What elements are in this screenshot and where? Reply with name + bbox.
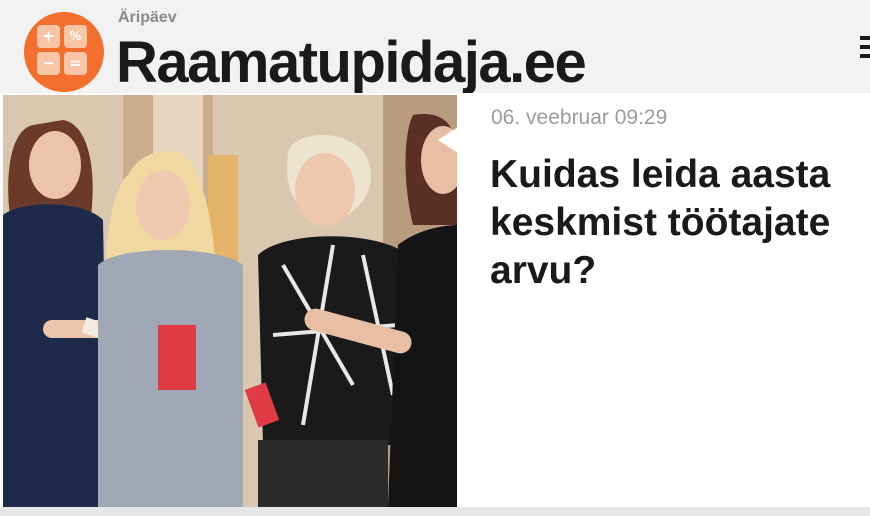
hamburger-menu-icon[interactable] (860, 36, 870, 58)
calculator-logo-icon[interactable] (24, 12, 104, 92)
logo-key-minus: − (37, 52, 60, 75)
logo-key-equals: = (64, 52, 87, 75)
image-pointer-arrow (438, 127, 458, 153)
publisher-name[interactable]: Äripäev (118, 9, 177, 27)
woman3-skirt (258, 440, 388, 507)
site-header: + % − = Äripäev Raamatupidaja.ee (0, 0, 870, 96)
article-card[interactable]: 06. veebruar 09:29 Kuidas leida aasta ke… (0, 93, 870, 507)
next-card-strip (0, 507, 870, 516)
woman2-face (136, 170, 190, 240)
logo-key-plus: + (37, 25, 60, 48)
red-notebook (158, 325, 196, 390)
article-photo (3, 95, 457, 507)
menu-bar (860, 45, 870, 49)
woman4-top (388, 225, 457, 507)
article-title-link[interactable]: Kuidas leida aasta keskmist töötajate ar… (490, 151, 865, 295)
article-image[interactable] (3, 95, 457, 507)
woman1-face (29, 131, 81, 199)
article-date: 06. veebruar 09:29 (491, 106, 668, 129)
logo-key-percent: % (64, 25, 87, 48)
site-title-link[interactable]: Raamatupidaja.ee (116, 30, 587, 96)
woman1-dress (3, 204, 108, 507)
menu-bar (860, 54, 870, 58)
menu-bar (860, 36, 870, 40)
woman3-face (295, 153, 355, 227)
